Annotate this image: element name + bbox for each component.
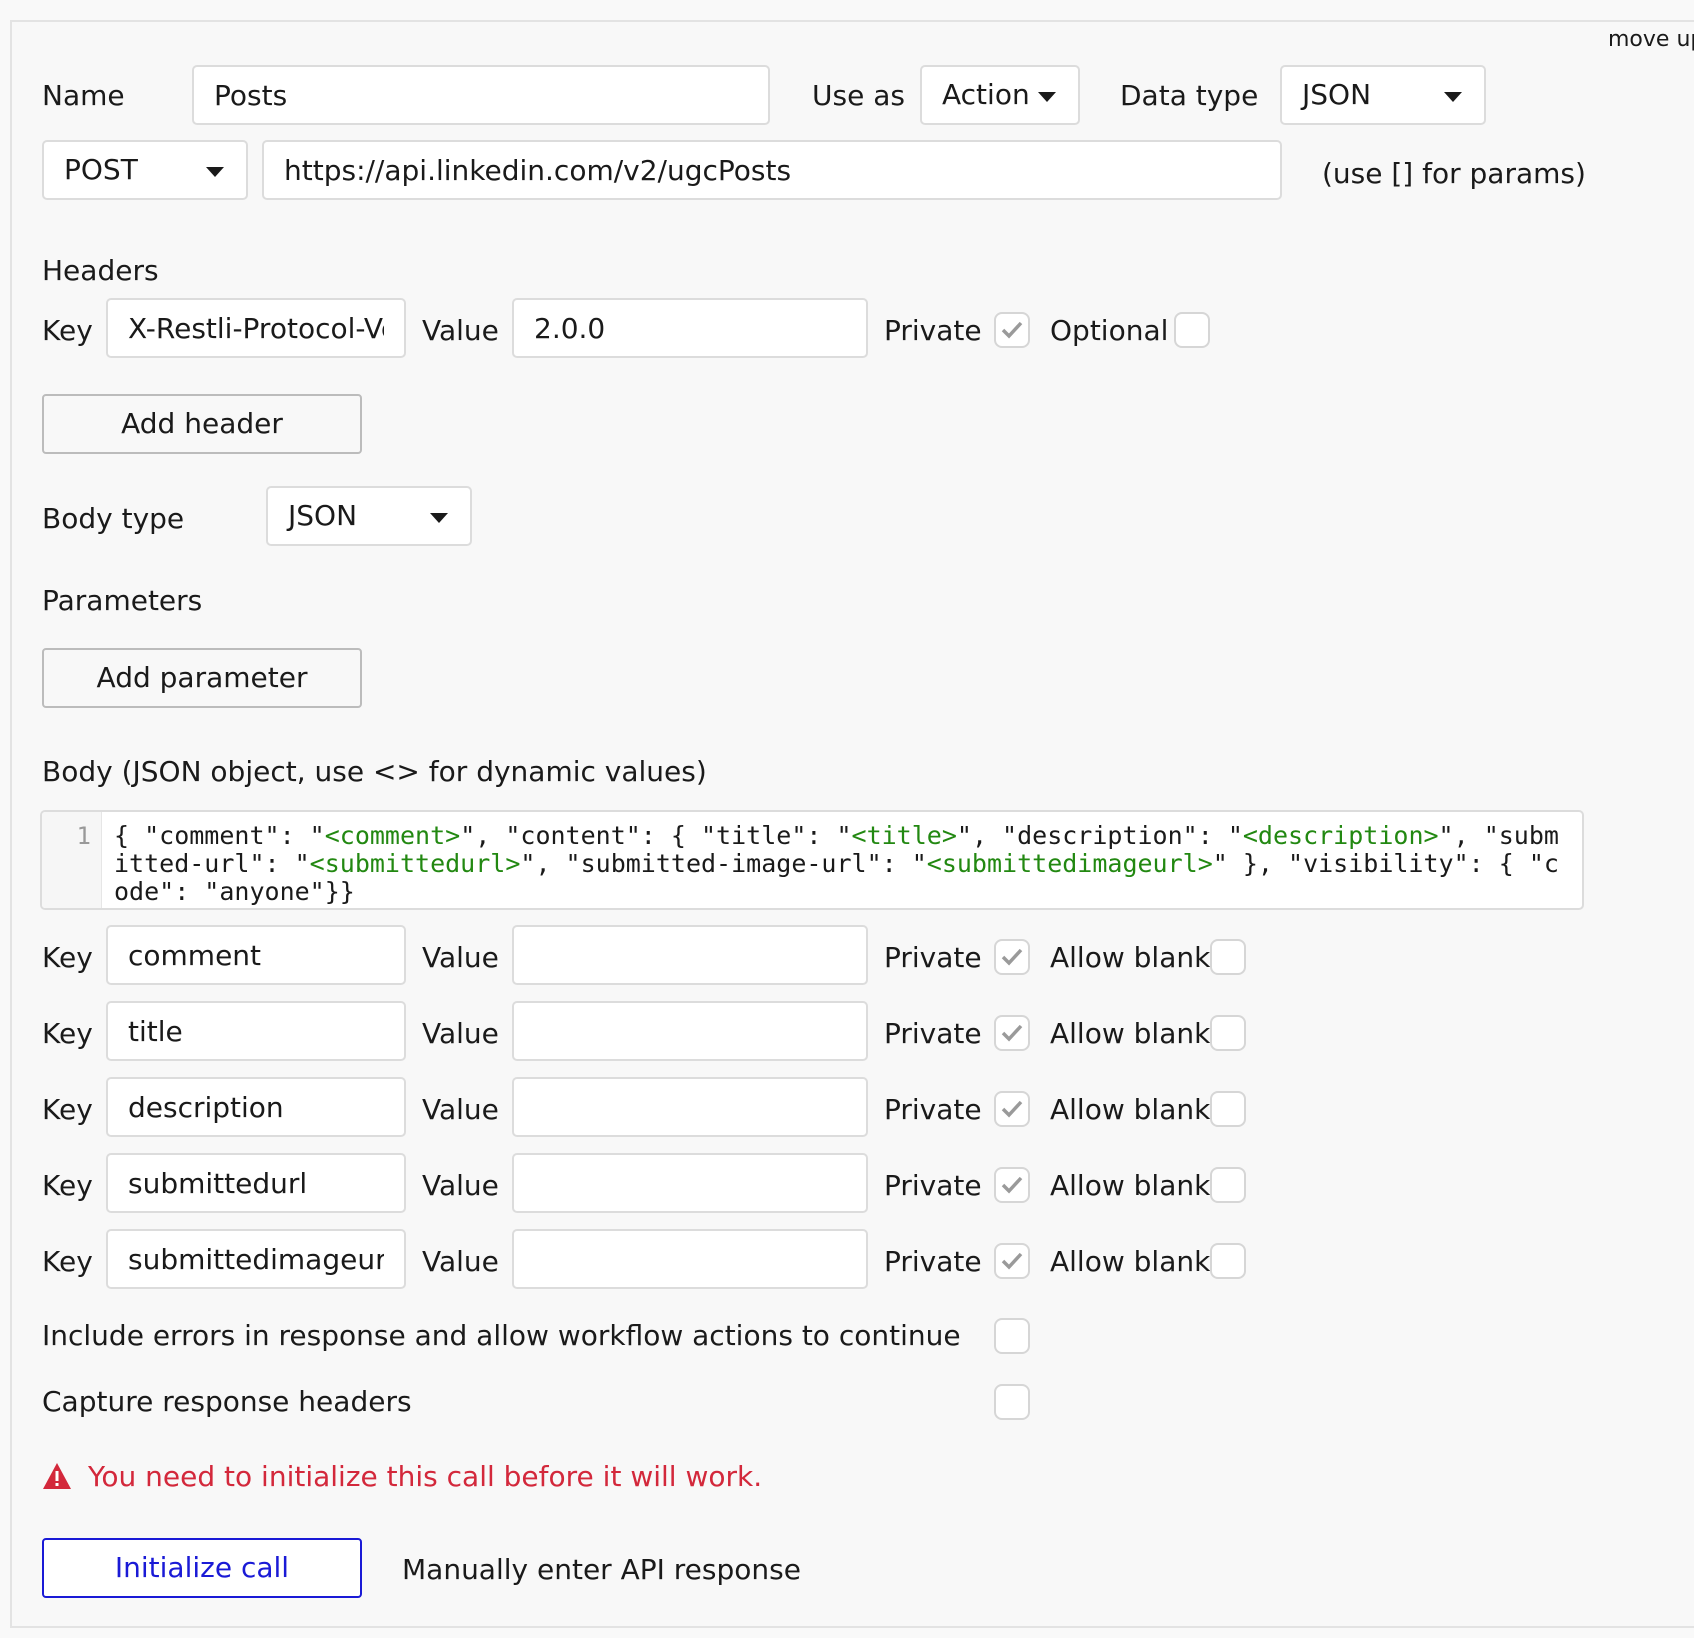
header-private-checkbox[interactable] (994, 312, 1030, 348)
use-as-label: Use as (812, 79, 905, 112)
checkmark-icon (1001, 948, 1023, 966)
param-value-input[interactable] (512, 1229, 868, 1289)
data-type-select[interactable]: JSON (1280, 65, 1486, 125)
name-label: Name (42, 79, 125, 112)
param-private-label: Private (884, 941, 982, 974)
param-value-label: Value (422, 1245, 499, 1278)
initialize-warning-text: You need to initialize this call before … (88, 1460, 763, 1493)
manual-api-response-link[interactable]: Manually enter API response (402, 1554, 801, 1586)
param-value-label: Value (422, 1169, 499, 1202)
checkmark-icon (1001, 1100, 1023, 1118)
param-value-input[interactable] (512, 1001, 868, 1061)
add-parameter-button[interactable]: Add parameter (42, 648, 362, 708)
body-type-select[interactable]: JSON (266, 486, 472, 546)
add-header-button[interactable]: Add header (42, 394, 362, 454)
headers-section-label: Headers (42, 254, 159, 287)
body-code-text[interactable]: { "comment": "<comment>", "content": { "… (114, 822, 1572, 906)
param-allow-blank-label: Allow blank (1050, 1093, 1211, 1126)
method-select[interactable]: POST (42, 140, 248, 200)
param-key-label: Key (42, 1245, 93, 1278)
param-private-label: Private (884, 1245, 982, 1278)
param-private-label: Private (884, 1093, 982, 1126)
param-private-label: Private (884, 1169, 982, 1202)
code-token: { "comment": " (114, 821, 325, 850)
dynamic-value-token: <submittedurl> (309, 849, 521, 878)
param-allow-blank-checkbox[interactable] (1210, 1243, 1246, 1279)
param-private-checkbox[interactable] (994, 1091, 1030, 1127)
param-key-label: Key (42, 1169, 93, 1202)
param-private-checkbox[interactable] (994, 939, 1030, 975)
warning-triangle-icon (43, 1463, 71, 1489)
chevron-down-icon (1444, 92, 1462, 102)
param-allow-blank-label: Allow blank (1050, 1245, 1211, 1278)
url-input[interactable] (262, 140, 1282, 200)
method-value: POST (64, 153, 138, 186)
param-value-input[interactable] (512, 925, 868, 985)
header-key-label: Key (42, 314, 93, 347)
checkmark-icon (1001, 1252, 1023, 1270)
param-private-checkbox[interactable] (994, 1015, 1030, 1051)
header-value-input[interactable] (512, 298, 868, 358)
param-value-label: Value (422, 941, 499, 974)
params-hint: (use [] for params) (1322, 157, 1586, 190)
initialize-call-button[interactable]: Initialize call (42, 1538, 362, 1598)
capture-headers-label: Capture response headers (42, 1385, 412, 1418)
param-allow-blank-checkbox[interactable] (1210, 1015, 1246, 1051)
code-token: ", "description": " (956, 821, 1243, 850)
param-allow-blank-label: Allow blank (1050, 941, 1211, 974)
data-type-value: JSON (1302, 78, 1372, 111)
checkmark-icon (1001, 1176, 1023, 1194)
chevron-down-icon (430, 513, 448, 523)
param-key-input[interactable] (106, 1077, 406, 1137)
dynamic-value-token: <comment> (324, 821, 461, 850)
move-up-link[interactable]: move up (1608, 24, 1694, 56)
parameters-label: Parameters (42, 584, 203, 617)
param-key-input[interactable] (106, 925, 406, 985)
header-optional-checkbox[interactable] (1174, 312, 1210, 348)
include-errors-checkbox[interactable] (994, 1318, 1030, 1354)
header-private-label: Private (884, 314, 982, 347)
code-token: ", "content": { "title": " (460, 821, 852, 850)
body-type-label: Body type (42, 502, 185, 535)
header-optional-label: Optional (1050, 314, 1169, 347)
body-label: Body (JSON object, use <> for dynamic va… (42, 755, 707, 788)
param-allow-blank-label: Allow blank (1050, 1169, 1211, 1202)
body-code-editor[interactable]: 1 { "comment": "<comment>", "content": {… (40, 810, 1584, 910)
dynamic-value-token: <description> (1242, 821, 1439, 850)
param-key-label: Key (42, 941, 93, 974)
param-allow-blank-checkbox[interactable] (1210, 1091, 1246, 1127)
param-private-checkbox[interactable] (994, 1167, 1030, 1203)
data-type-label: Data type (1120, 79, 1259, 112)
capture-headers-checkbox[interactable] (994, 1384, 1030, 1420)
param-value-label: Value (422, 1093, 499, 1126)
param-value-input[interactable] (512, 1153, 868, 1213)
param-key-label: Key (42, 1093, 93, 1126)
param-key-label: Key (42, 1017, 93, 1050)
chevron-down-icon (1038, 92, 1056, 102)
param-key-input[interactable] (106, 1001, 406, 1061)
param-private-label: Private (884, 1017, 982, 1050)
code-token: ", "submitted-image-url": " (520, 849, 927, 878)
dynamic-value-token: <title> (851, 821, 957, 850)
param-key-input[interactable] (106, 1229, 406, 1289)
param-value-label: Value (422, 1017, 499, 1050)
param-key-input[interactable] (106, 1153, 406, 1213)
param-allow-blank-label: Allow blank (1050, 1017, 1211, 1050)
header-key-input[interactable] (106, 298, 406, 358)
include-errors-label: Include errors in response and allow wor… (42, 1319, 961, 1352)
name-input[interactable] (192, 65, 770, 125)
chevron-down-icon (206, 167, 224, 177)
body-type-value: JSON (288, 499, 358, 532)
use-as-select[interactable]: Action (920, 65, 1080, 125)
header-value-label: Value (422, 314, 499, 347)
dynamic-value-token: <submittedimageurl> (926, 849, 1213, 878)
line-number-gutter: 1 (42, 812, 102, 908)
param-private-checkbox[interactable] (994, 1243, 1030, 1279)
checkmark-icon (1001, 1024, 1023, 1042)
param-value-input[interactable] (512, 1077, 868, 1137)
param-allow-blank-checkbox[interactable] (1210, 1167, 1246, 1203)
use-as-value: Action (942, 78, 1030, 111)
checkmark-icon (1001, 321, 1023, 339)
param-allow-blank-checkbox[interactable] (1210, 939, 1246, 975)
